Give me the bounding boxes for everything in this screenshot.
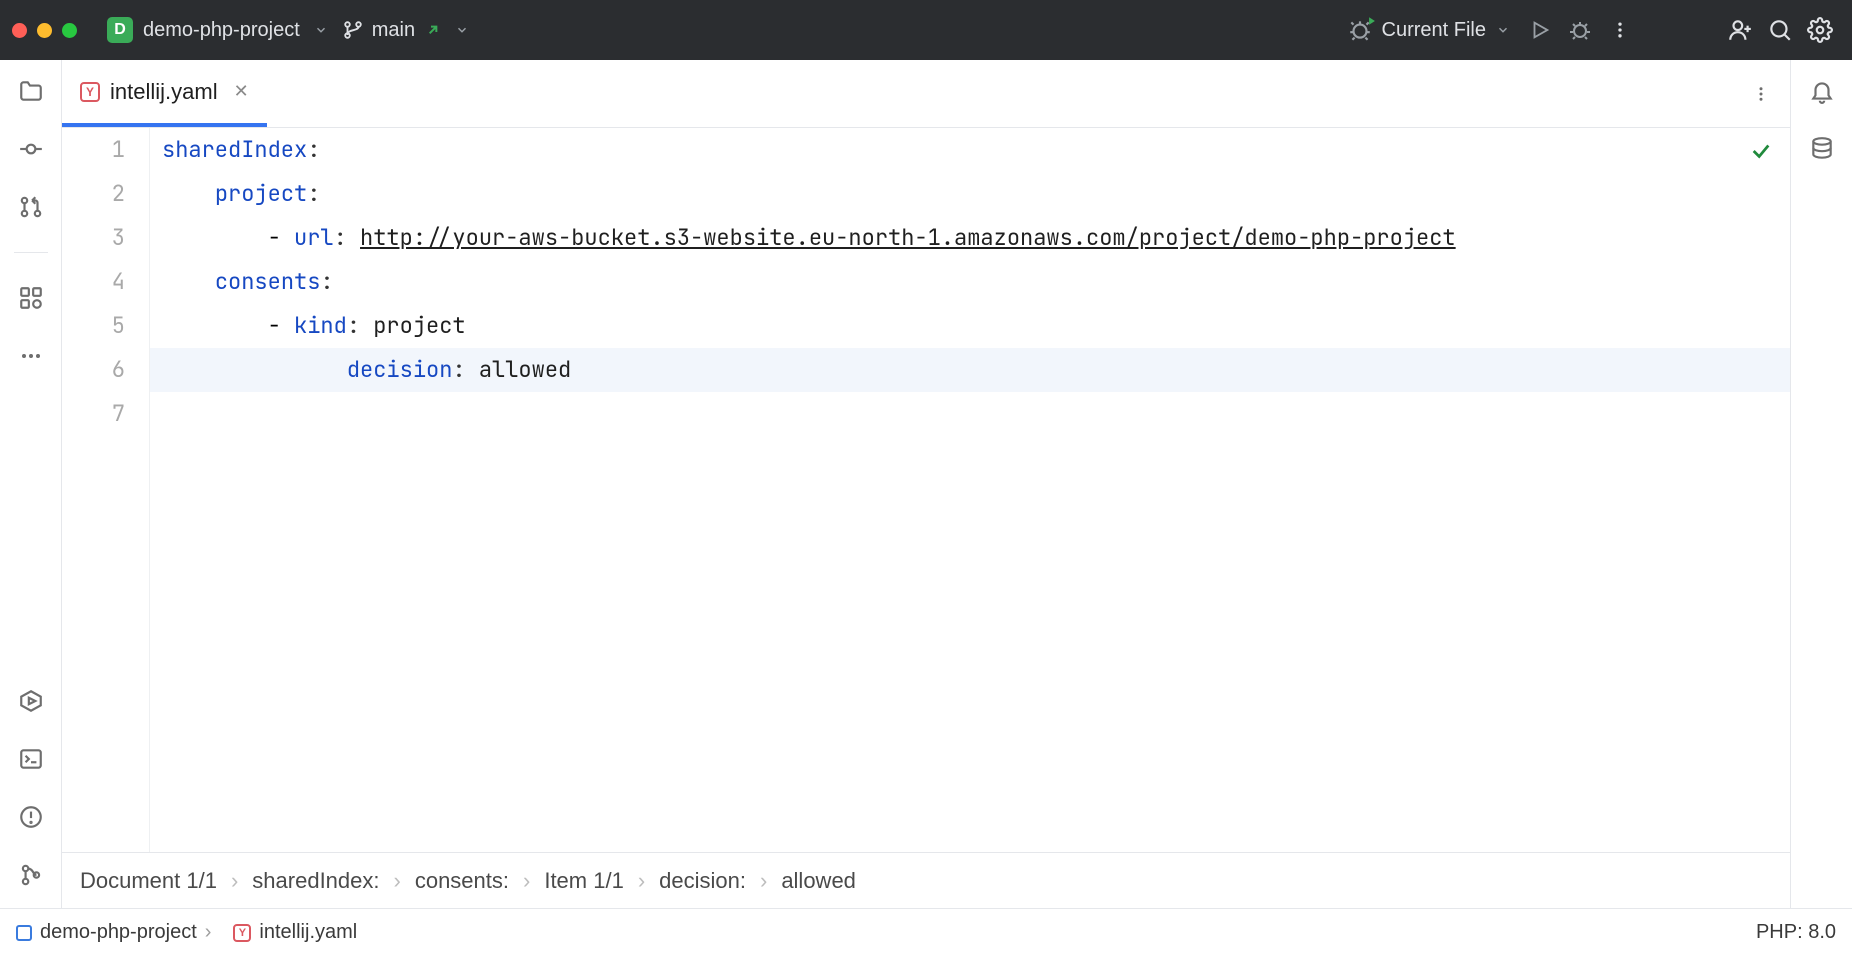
tab-options-icon[interactable] (1746, 79, 1776, 109)
line-number: 6 (62, 348, 125, 392)
run-configuration[interactable]: Current File (1382, 19, 1510, 42)
editor-tab[interactable]: Y intellij.yaml ✕ (62, 60, 267, 127)
vcs-log-icon[interactable] (12, 856, 50, 894)
terminal-icon[interactable] (12, 740, 50, 778)
debug-icon[interactable] (1560, 10, 1600, 50)
breadcrumb-item[interactable]: allowed (781, 868, 856, 894)
pull-requests-icon[interactable] (12, 188, 50, 226)
status-path-project[interactable]: demo-php-project (40, 921, 197, 944)
yaml-file-icon: Y (233, 924, 251, 942)
inspection-ok-icon[interactable] (1750, 140, 1772, 162)
external-link-icon[interactable] (425, 22, 441, 38)
collab-icon[interactable] (1720, 10, 1760, 50)
project-files-icon[interactable] (12, 72, 50, 110)
more-actions-icon[interactable] (1600, 10, 1640, 50)
commit-icon[interactable] (12, 130, 50, 168)
breadcrumb-item[interactable]: Document 1/1 (80, 868, 217, 894)
notifications-icon[interactable] (1803, 72, 1841, 110)
project-icon (16, 925, 32, 941)
chevron-right-icon: › (760, 868, 767, 894)
chevron-right-icon: › (231, 868, 238, 894)
structure-icon[interactable] (12, 279, 50, 317)
vcs-branch[interactable]: main (372, 19, 415, 42)
code-line[interactable]: - url: http://your-aws-bucket.s3-website… (150, 216, 1790, 260)
breadcrumb-item[interactable]: decision: (659, 868, 746, 894)
line-number: 5 (62, 304, 125, 348)
minimize-window-icon[interactable] (37, 23, 52, 38)
chevron-down-icon (1496, 23, 1510, 37)
bug-run-icon[interactable] (1342, 10, 1382, 50)
close-window-icon[interactable] (12, 23, 27, 38)
chevron-right-icon: › (394, 868, 401, 894)
settings-gear-icon[interactable] (1800, 10, 1840, 50)
yaml-file-icon: Y (80, 82, 100, 102)
line-number: 2 (62, 172, 125, 216)
chevron-right-icon: › (523, 868, 530, 894)
project-selector[interactable]: demo-php-project (143, 19, 300, 42)
code-line[interactable]: decision: allowed (150, 348, 1790, 392)
search-icon[interactable] (1760, 10, 1800, 50)
right-toolwindow-bar (1790, 60, 1852, 908)
more-tools-icon[interactable] (12, 337, 50, 375)
line-number: 3 (62, 216, 125, 260)
database-icon[interactable] (1803, 130, 1841, 168)
close-tab-icon[interactable]: ✕ (234, 81, 249, 102)
chevron-down-icon[interactable] (314, 23, 328, 37)
run-icon[interactable] (1520, 10, 1560, 50)
line-number: 1 (62, 128, 125, 172)
window-controls (12, 23, 77, 38)
editor-area: Y intellij.yaml ✕ 1234567 sharedIndex: p… (62, 60, 1790, 908)
chevron-right-icon: › (205, 921, 212, 944)
problems-icon[interactable] (12, 798, 50, 836)
code-line[interactable]: project: (150, 172, 1790, 216)
tab-label: intellij.yaml (110, 79, 218, 105)
breadcrumb-item[interactable]: sharedIndex: (252, 868, 379, 894)
line-number: 4 (62, 260, 125, 304)
run-configuration-label: Current File (1382, 19, 1486, 42)
status-bar: demo-php-project › Y intellij.yaml PHP: … (0, 908, 1852, 956)
code-editor[interactable]: 1234567 sharedIndex: project: - url: htt… (62, 128, 1790, 852)
maximize-window-icon[interactable] (62, 23, 77, 38)
code-content[interactable]: sharedIndex: project: - url: http://your… (150, 128, 1790, 852)
breadcrumb-item[interactable]: Item 1/1 (544, 868, 623, 894)
line-number-gutter: 1234567 (62, 128, 150, 852)
line-number: 7 (62, 392, 125, 436)
code-line[interactable]: sharedIndex: (150, 128, 1790, 172)
branch-icon[interactable] (342, 19, 364, 41)
code-line[interactable]: - kind: project (150, 304, 1790, 348)
status-path-file[interactable]: intellij.yaml (259, 921, 357, 944)
main-row: Y intellij.yaml ✕ 1234567 sharedIndex: p… (0, 60, 1852, 908)
titlebar: D demo-php-project main Current File (0, 0, 1852, 60)
services-icon[interactable] (12, 682, 50, 720)
breadcrumb: Document 1/1 › sharedIndex: › consents: › Item… (62, 852, 1790, 908)
project-badge[interactable]: D (107, 17, 133, 43)
code-line[interactable]: consents: (150, 260, 1790, 304)
left-toolwindow-bar (0, 60, 62, 908)
editor-tabs: Y intellij.yaml ✕ (62, 60, 1790, 128)
php-version[interactable]: PHP: 8.0 (1756, 921, 1836, 944)
breadcrumb-item[interactable]: consents: (415, 868, 509, 894)
code-line[interactable] (150, 392, 1790, 436)
chevron-down-icon[interactable] (455, 23, 469, 37)
chevron-right-icon: › (638, 868, 645, 894)
